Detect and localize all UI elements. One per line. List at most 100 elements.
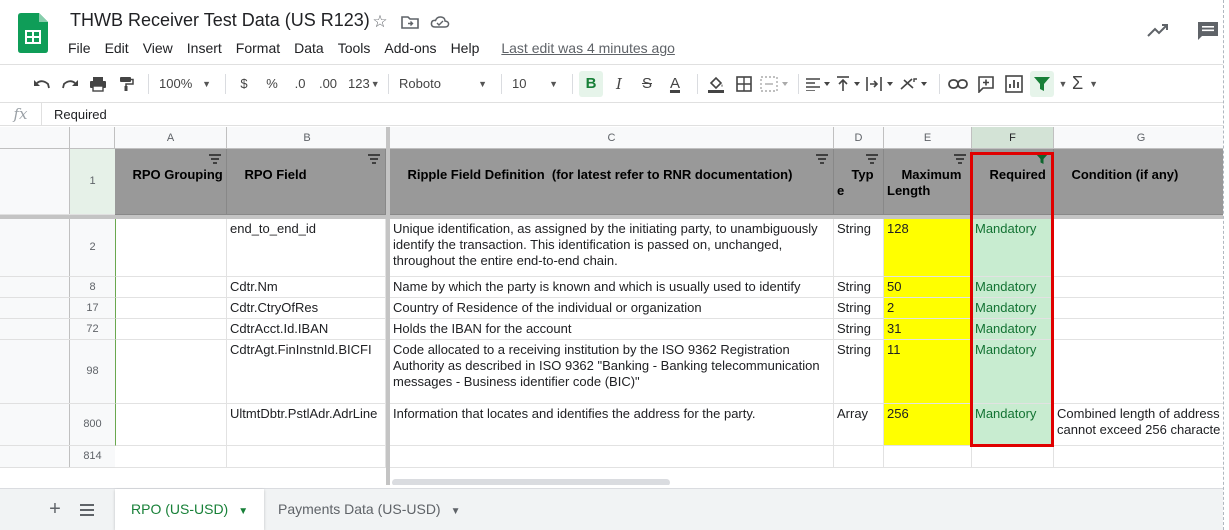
menu-view[interactable]: View <box>143 40 180 56</box>
horizontal-scrollbar[interactable] <box>392 479 670 485</box>
cell-max-length[interactable]: 11 <box>884 340 972 404</box>
filter-lines-icon[interactable] <box>368 154 380 164</box>
cell-max-length[interactable]: 31 <box>884 319 972 340</box>
filter-button[interactable] <box>1030 70 1054 97</box>
header-cell-definition[interactable]: Ripple Field Definition (for latest refe… <box>390 149 834 215</box>
more-formats-select[interactable]: 123 ▼ <box>344 71 380 97</box>
menu-insert[interactable]: Insert <box>187 40 229 56</box>
menu-help[interactable]: Help <box>451 40 487 56</box>
text-rotation-button[interactable] <box>899 71 929 97</box>
decrease-decimal-button[interactable]: .0 <box>288 71 312 97</box>
row-header[interactable]: 17 <box>0 298 115 319</box>
comments-icon[interactable] <box>1196 20 1220 42</box>
cell-type[interactable]: String <box>834 219 884 277</box>
text-wrap-button[interactable] <box>865 71 895 97</box>
font-family-select[interactable]: Roboto ▼ <box>395 71 491 97</box>
cell-rpo-field[interactable]: CdtrAgt.FinInstnId.BICFI <box>227 340 386 404</box>
cell-rpo-grouping[interactable] <box>115 404 227 446</box>
cell-definition[interactable]: Unique identification, as assigned by th… <box>390 219 834 277</box>
cell-condition[interactable] <box>1054 298 1229 319</box>
row-header[interactable]: 814 <box>0 446 115 468</box>
cell-type[interactable]: String <box>834 319 884 340</box>
add-sheet-button[interactable]: + <box>44 499 66 521</box>
sheet-tab-rpo-us-usd[interactable]: RPO (US-USD) ▼ <box>115 489 265 530</box>
header-cell-condition[interactable]: Condition (if any) <box>1054 149 1229 215</box>
cell-max-length[interactable] <box>884 446 972 468</box>
all-sheets-menu-icon[interactable] <box>76 499 98 521</box>
increase-decimal-button[interactable]: .00 <box>316 71 340 97</box>
filter-lines-icon[interactable] <box>866 154 878 164</box>
cell-required[interactable]: Mandatory <box>972 298 1054 319</box>
frozen-columns-divider[interactable] <box>386 127 390 485</box>
row-header[interactable]: 800 <box>0 404 115 446</box>
menu-format[interactable]: Format <box>236 40 287 56</box>
filter-menu-arrow[interactable]: ▼ <box>1058 71 1068 97</box>
cell-rpo-grouping[interactable] <box>115 277 227 298</box>
cell-required[interactable]: Mandatory <box>972 319 1054 340</box>
row-header[interactable]: 72 <box>0 319 115 340</box>
select-all-corner[interactable] <box>0 127 70 149</box>
fill-color-button[interactable] <box>704 71 728 97</box>
horizontal-align-button[interactable] <box>805 71 831 97</box>
filter-lines-icon[interactable] <box>816 154 828 164</box>
zoom-select[interactable]: 100% ▼ <box>155 71 215 97</box>
cell-definition[interactable]: Name by which the party is known and whi… <box>390 277 834 298</box>
percent-format-button[interactable]: % <box>260 71 284 97</box>
cell-rpo-grouping[interactable] <box>115 340 227 404</box>
cell-max-length[interactable]: 128 <box>884 219 972 277</box>
sheets-logo-icon[interactable] <box>18 13 48 53</box>
active-filter-icon[interactable] <box>1036 154 1048 164</box>
text-color-button[interactable]: A <box>663 71 687 97</box>
cell-required[interactable]: Mandatory <box>972 404 1054 446</box>
header-cell-type[interactable]: Typ e <box>834 149 884 215</box>
insert-comment-button[interactable] <box>974 71 998 97</box>
cell-type[interactable] <box>834 446 884 468</box>
menu-data[interactable]: Data <box>294 40 331 56</box>
cell-condition[interactable] <box>1054 319 1229 340</box>
cell-max-length[interactable]: 2 <box>884 298 972 319</box>
cell-condition[interactable] <box>1054 446 1229 468</box>
cell-rpo-field[interactable]: end_to_end_id <box>227 219 386 277</box>
sheet-tab-payments-data[interactable]: Payments Data (US-USD) ▼ <box>262 489 477 530</box>
vertical-align-button[interactable] <box>835 71 861 97</box>
spreadsheet-grid[interactable]: A B C D E F G 1 RPO Grouping RPO Field R… <box>0 127 1229 485</box>
cell-definition[interactable]: Information that locates and identifies … <box>390 404 834 446</box>
explore-trend-icon[interactable] <box>1146 20 1170 40</box>
cell-condition[interactable] <box>1054 219 1229 277</box>
cell-rpo-field[interactable]: CdtrAcct.Id.IBAN <box>227 319 386 340</box>
header-cell-rpo-grouping[interactable]: RPO Grouping <box>115 149 227 215</box>
functions-button[interactable]: Σ ▼ <box>1072 71 1098 97</box>
column-header-c[interactable]: C <box>390 127 834 149</box>
print-button[interactable] <box>86 71 110 97</box>
cell-rpo-field[interactable] <box>227 446 386 468</box>
row-header[interactable]: 2 <box>0 219 115 277</box>
insert-link-button[interactable] <box>946 71 970 97</box>
cell-rpo-field[interactable]: Cdtr.Nm <box>227 277 386 298</box>
formula-input[interactable]: Required <box>42 107 107 122</box>
cell-max-length[interactable]: 256 <box>884 404 972 446</box>
borders-button[interactable] <box>732 71 756 97</box>
cell-definition[interactable]: Code allocated to a receiving institutio… <box>390 340 834 404</box>
filter-lines-icon[interactable] <box>954 154 966 164</box>
cell-rpo-grouping[interactable] <box>115 319 227 340</box>
cell-condition[interactable] <box>1054 277 1229 298</box>
column-header-f[interactable]: F <box>972 127 1054 149</box>
row-header[interactable]: 8 <box>0 277 115 298</box>
menu-edit[interactable]: Edit <box>105 40 136 56</box>
bold-button[interactable]: B <box>579 70 603 97</box>
header-cell-required[interactable]: Required <box>972 149 1054 215</box>
undo-button[interactable] <box>30 71 54 97</box>
cell-type[interactable]: String <box>834 340 884 404</box>
cell-rpo-grouping[interactable] <box>115 446 227 468</box>
header-cell-max-length[interactable]: Maximum Length <box>884 149 972 215</box>
cell-type[interactable]: String <box>834 277 884 298</box>
cell-max-length[interactable]: 50 <box>884 277 972 298</box>
cell-type[interactable]: String <box>834 298 884 319</box>
document-title[interactable]: THWB Receiver Test Data (US R123) <box>70 10 370 31</box>
row-header[interactable]: 1 <box>0 149 115 215</box>
move-folder-icon[interactable] <box>400 12 420 32</box>
strikethrough-button[interactable]: S <box>635 71 659 97</box>
menu-file[interactable]: File <box>68 40 98 56</box>
cell-required[interactable]: Mandatory <box>972 340 1054 404</box>
cell-condition[interactable]: Combined length of address cannot exceed… <box>1054 404 1229 446</box>
